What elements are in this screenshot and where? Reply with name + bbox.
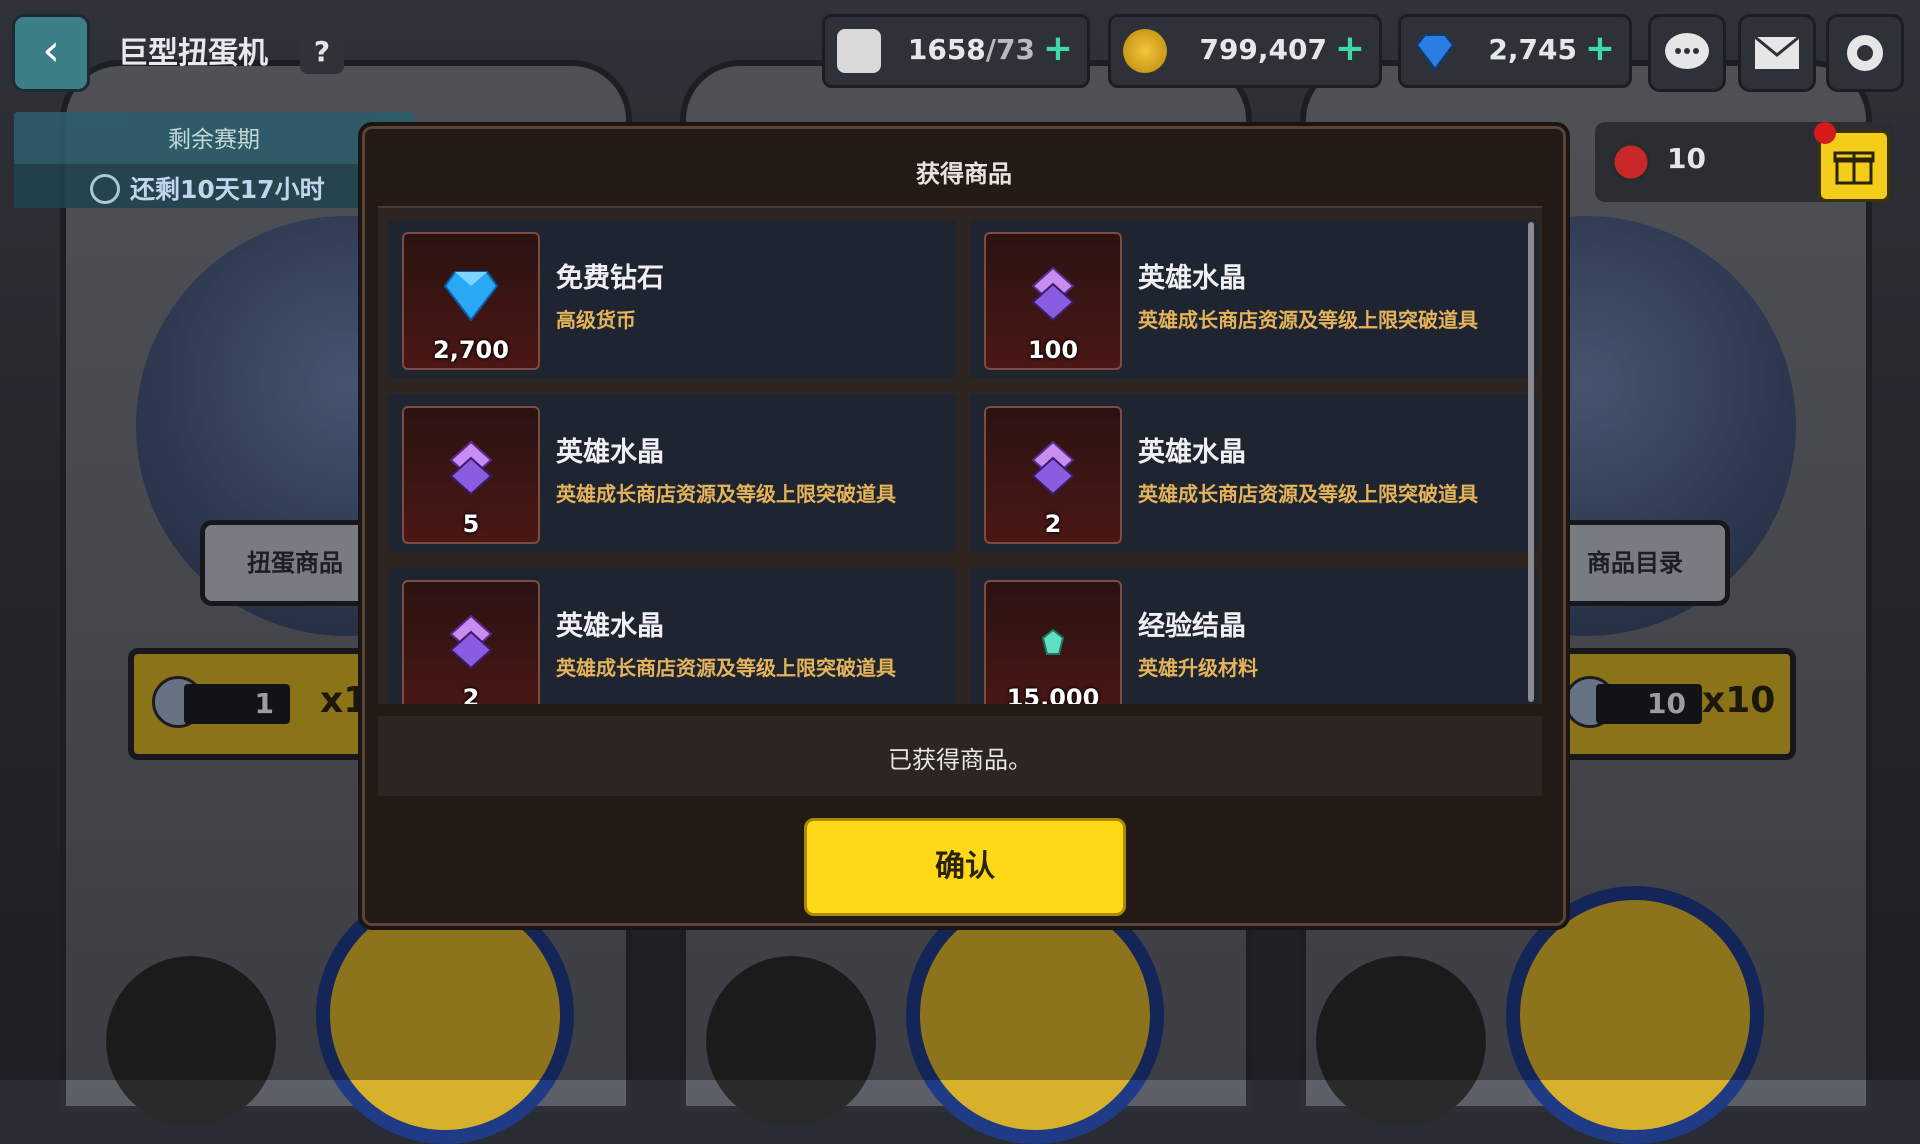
event-time-left: 还剩10天17小时 <box>130 175 325 204</box>
confirm-button[interactable]: 确认 <box>804 818 1126 916</box>
reward-thumbnail[interactable]: 2,700 <box>402 232 540 370</box>
reward-card: 2 英雄水晶 英雄成长商店资源及等级上限突破道具 <box>388 568 956 704</box>
mail-icon <box>1754 35 1800 69</box>
gear-icon <box>1847 35 1883 71</box>
rewards-dialog: 获得商品 2,700 免费钻石 高级货币 100 英雄水晶 英雄成长商店资源及等… <box>358 122 1570 930</box>
stamina-current: 1658 <box>907 33 986 66</box>
back-arrow-icon: ‹ <box>42 25 60 76</box>
mail-button[interactable] <box>1738 14 1816 92</box>
reward-thumbnail[interactable]: 2 <box>984 406 1122 544</box>
gem-counter[interactable]: 2,745 + <box>1398 14 1632 88</box>
event-period-label: 剩余赛期 <box>168 127 260 153</box>
add-stamina-button[interactable]: + <box>1043 29 1073 69</box>
hero-crystal-icon <box>449 614 493 670</box>
diamond-icon <box>443 271 499 322</box>
reward-thumbnail[interactable]: 2 <box>402 580 540 704</box>
gold-counter[interactable]: 799,407 + <box>1108 14 1382 88</box>
status-message: 已获得商品。 <box>888 746 1032 774</box>
add-gold-button[interactable]: + <box>1335 29 1365 69</box>
reward-description: 英雄升级材料 <box>1138 656 1258 680</box>
blue-diamond-icon <box>1413 29 1457 73</box>
reward-card: 5 英雄水晶 英雄成长商店资源及等级上限突破道具 <box>388 394 956 552</box>
reward-quantity: 2 <box>1044 510 1062 538</box>
hero-crystal-icon <box>1031 440 1075 496</box>
reward-name: 英雄水晶 <box>556 611 664 642</box>
gold-coin-icon <box>1123 29 1167 73</box>
help-button[interactable]: ? <box>300 30 344 74</box>
reward-quantity: 5 <box>462 510 480 538</box>
gem-value: 2,745 <box>1488 33 1577 66</box>
stamina-max: /73 <box>985 33 1035 66</box>
reward-name: 免费钻石 <box>556 263 664 294</box>
reward-description: 英雄成长商店资源及等级上限突破道具 <box>556 482 896 506</box>
reward-card: 100 英雄水晶 英雄成长商店资源及等级上限突破道具 <box>970 220 1538 378</box>
dialog-title: 获得商品 <box>916 160 1012 188</box>
gold-value: 799,407 <box>1199 33 1327 66</box>
reward-name: 经验结晶 <box>1138 611 1246 642</box>
reward-name: 英雄水晶 <box>556 437 664 468</box>
exp-crystal-icon <box>1041 628 1065 655</box>
hero-crystal-icon <box>449 440 493 496</box>
status-message-box: 已获得商品。 <box>378 716 1542 796</box>
event-period-panel: 剩余赛期 还剩10天17小时 <box>14 112 414 208</box>
potion-icon <box>1611 142 1651 182</box>
reward-card: 2 英雄水晶 英雄成长商店资源及等级上限突破道具 <box>970 394 1538 552</box>
event-time-row: 还剩10天17小时 <box>14 164 414 208</box>
reward-name: 英雄水晶 <box>1138 437 1246 468</box>
stamina-counter[interactable]: 1658/73 + <box>822 14 1090 88</box>
settings-button[interactable] <box>1826 14 1904 92</box>
reward-quantity: 100 <box>1027 336 1079 364</box>
reward-thumbnail[interactable]: 100 <box>984 232 1122 370</box>
reward-card: 2,700 免费钻石 高级货币 <box>388 220 956 378</box>
page-title: 巨型扭蛋机 <box>118 36 268 71</box>
top-bar: ‹ 巨型扭蛋机 ? 1658/73 + 799,407 + 2,745 + <box>0 0 1920 100</box>
reward-name: 英雄水晶 <box>1138 263 1246 294</box>
rewards-scrollbar[interactable] <box>1528 222 1534 702</box>
coffee-cup-icon <box>837 29 881 73</box>
clock-icon <box>90 174 120 204</box>
chat-button[interactable] <box>1648 14 1726 92</box>
hero-crystal-icon <box>1031 266 1075 322</box>
notification-dot <box>1814 122 1836 144</box>
reward-card: 15,000 经验结晶 英雄升级材料 <box>970 568 1538 704</box>
potion-value: 10 <box>1667 142 1706 175</box>
reward-description: 英雄成长商店资源及等级上限突破道具 <box>1138 308 1478 332</box>
reward-thumbnail[interactable]: 15,000 <box>984 580 1122 704</box>
reward-thumbnail[interactable]: 5 <box>402 406 540 544</box>
reward-description: 英雄成长商店资源及等级上限突破道具 <box>1138 482 1478 506</box>
rewards-list[interactable]: 2,700 免费钻石 高级货币 100 英雄水晶 英雄成长商店资源及等级上限突破… <box>378 206 1542 704</box>
reward-description: 高级货币 <box>556 308 636 332</box>
chat-bubble-icon <box>1665 33 1709 69</box>
reward-quantity: 2 <box>462 684 480 704</box>
reward-description: 英雄成长商店资源及等级上限突破道具 <box>556 656 896 680</box>
gift-icon <box>1833 151 1875 185</box>
add-gem-button[interactable]: + <box>1585 29 1615 69</box>
reward-quantity: 2,700 <box>433 336 509 364</box>
reward-quantity: 15,000 <box>1006 684 1100 704</box>
back-button[interactable]: ‹ <box>12 14 90 92</box>
